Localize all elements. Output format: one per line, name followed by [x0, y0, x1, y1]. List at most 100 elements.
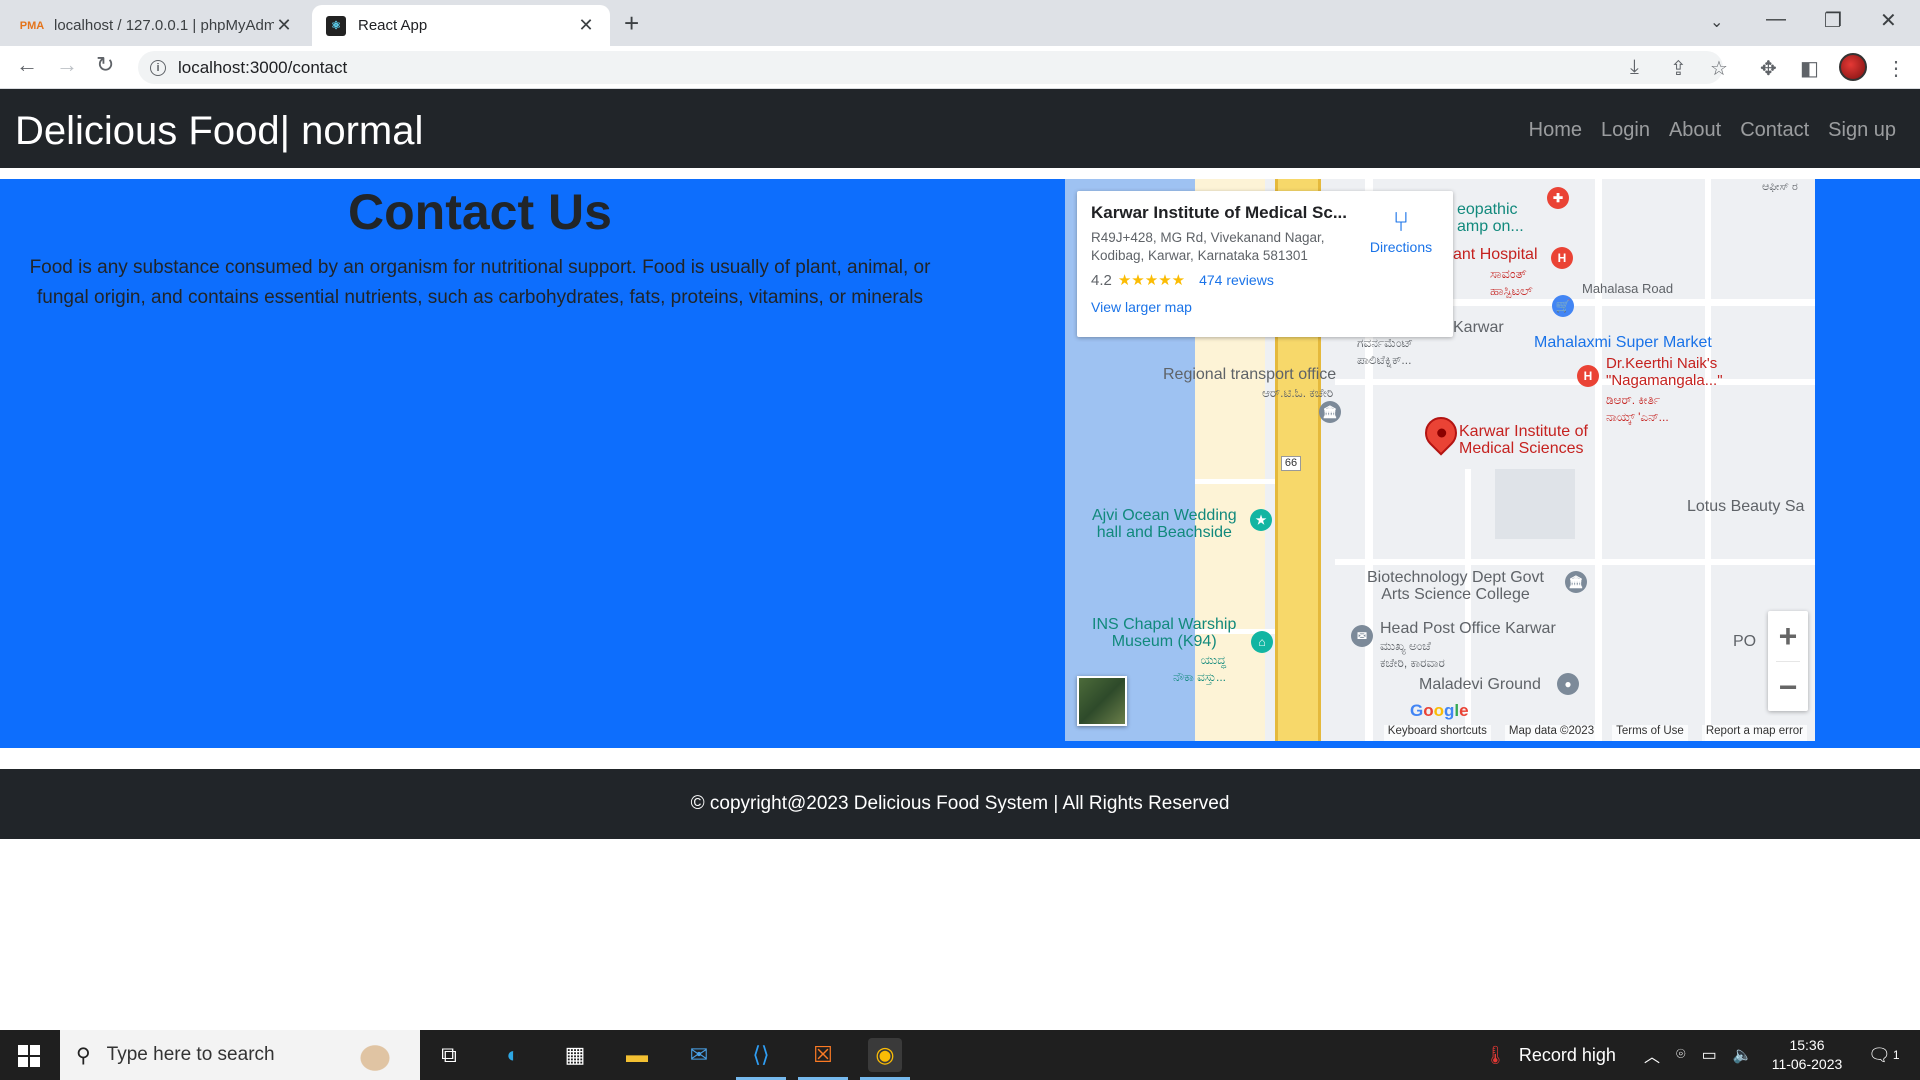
- task-view-icon[interactable]: ⧉: [432, 1038, 466, 1072]
- reload-icon[interactable]: ↻: [96, 52, 114, 78]
- address-bar[interactable]: i localhost:3000/contact: [138, 51, 1723, 84]
- zoom-out-button[interactable]: −: [1768, 662, 1808, 712]
- profile-avatar[interactable]: [1839, 53, 1867, 81]
- file-explorer-icon[interactable]: ▬: [620, 1038, 654, 1072]
- search-highlight-image: [350, 1036, 400, 1076]
- map-road: [1195, 479, 1285, 484]
- screen: PMA localhost / 127.0.0.1 | phpMyAdmin ✕…: [0, 0, 1920, 1080]
- nav-home[interactable]: Home: [1529, 119, 1582, 142]
- college-pin-icon[interactable]: 🏛: [1565, 571, 1587, 593]
- tab-phpmyadmin[interactable]: PMA localhost / 127.0.0.1 | phpMyAdmin ✕: [8, 5, 308, 46]
- forward-icon[interactable]: →: [56, 52, 78, 78]
- route-shield: 66: [1281, 456, 1301, 471]
- keyboard-shortcuts-link[interactable]: Keyboard shortcuts: [1383, 725, 1491, 741]
- footer-copyright: © copyright@2023 Delicious Food System |…: [690, 793, 1230, 814]
- install-icon[interactable]: ⤓: [1630, 56, 1639, 79]
- notification-icon: 🗨: [1868, 1044, 1891, 1065]
- map-label-hospital: ant Hospital: [1453, 246, 1538, 263]
- zoom-in-button[interactable]: +: [1768, 611, 1808, 661]
- map-label-polytechnic-kn: ಗವರ್ನಮೆಂಟ್ ಪಾಲಿಟೆಕ್ನಿಕ್...: [1357, 336, 1414, 367]
- site-info-icon[interactable]: i: [150, 59, 166, 76]
- share-icon[interactable]: ⇪: [1670, 56, 1687, 81]
- report-error-link[interactable]: Report a map error: [1701, 725, 1807, 741]
- museum-pin-icon[interactable]: ⌂: [1251, 631, 1273, 653]
- meet-icon[interactable]: ⌾: [1676, 1046, 1686, 1064]
- notification-count: 1: [1892, 1048, 1900, 1062]
- phpmyadmin-icon: PMA: [19, 19, 45, 32]
- map-label-mahalasa: Mahalasa Road: [1582, 281, 1674, 296]
- nav-about[interactable]: About: [1669, 119, 1721, 142]
- reviews-link[interactable]: 474 reviews: [1199, 272, 1274, 288]
- contact-info: Contact Us Food is any substance consume…: [0, 179, 960, 313]
- map-label-rto: Regional transport office: [1163, 366, 1337, 383]
- venue-pin-icon[interactable]: ★: [1250, 509, 1272, 531]
- tab-search-icon[interactable]: ⌄: [1710, 12, 1723, 32]
- site-footer: © copyright@2023 Delicious Food System |…: [0, 769, 1920, 839]
- url-text: localhost:3000/contact: [178, 57, 348, 77]
- map-label-lotus: Lotus Beauty Sa: [1687, 498, 1805, 515]
- react-icon: ⚛: [326, 15, 346, 36]
- system-tray: ︿ ⌾ ▭ 🔈: [1644, 1030, 1753, 1080]
- side-panel-icon[interactable]: ◧: [1800, 56, 1819, 81]
- close-window-icon[interactable]: ✕: [1880, 8, 1897, 33]
- close-tab-icon[interactable]: ✕: [274, 15, 294, 36]
- thermometer-icon: 🌡: [1484, 1044, 1507, 1065]
- location-pin-icon[interactable]: [1418, 410, 1464, 456]
- nav-contact[interactable]: Contact: [1740, 119, 1809, 142]
- search-icon: ⚲: [76, 1044, 91, 1067]
- xampp-icon[interactable]: ☒: [798, 1038, 848, 1080]
- ground-pin-icon[interactable]: ●: [1557, 673, 1579, 695]
- directions-button[interactable]: ⑂ Directions: [1359, 205, 1443, 255]
- map-label-ins-kn: ಯುದ್ಧ ನೌಕಾ ವಸ್ತು...: [1173, 653, 1227, 684]
- government-pin-icon[interactable]: 🏛: [1319, 401, 1341, 423]
- menu-icon[interactable]: ⋮: [1886, 56, 1906, 81]
- place-info-card: Karwar Institute of Medical Sc... R49J+4…: [1077, 191, 1453, 337]
- extensions-icon[interactable]: ✥: [1760, 56, 1777, 81]
- vscode-icon[interactable]: ⟨⟩: [736, 1038, 786, 1080]
- weather-text: Record high: [1518, 1044, 1616, 1065]
- tab-title: localhost / 127.0.0.1 | phpMyAdmin: [54, 17, 274, 34]
- store-icon[interactable]: ▦: [558, 1038, 592, 1072]
- satellite-toggle[interactable]: [1077, 676, 1127, 726]
- tab-title: React App: [358, 17, 428, 34]
- shopping-pin-icon[interactable]: 🛒: [1552, 295, 1574, 317]
- edge-icon[interactable]: ◐: [496, 1038, 530, 1072]
- rating-stars-icon: ★★★★★: [1117, 272, 1186, 289]
- map-label-biotech: Biotechnology Dept Govt Arts Science Col…: [1367, 569, 1544, 603]
- hospital-pin-icon[interactable]: H: [1551, 247, 1573, 269]
- app-navbar: Delicious Food| normal Home Login About …: [0, 89, 1920, 168]
- google-map[interactable]: 66 eopathic amp on... ✚ ant Hospital ಸಾವ…: [1065, 179, 1815, 741]
- mail-icon[interactable]: ✉: [682, 1038, 716, 1072]
- battery-icon[interactable]: ▭: [1702, 1045, 1717, 1065]
- view-larger-map-link[interactable]: View larger map: [1091, 299, 1439, 315]
- close-tab-icon[interactable]: ✕: [576, 15, 596, 36]
- nav-signup[interactable]: Sign up: [1828, 119, 1896, 142]
- maximize-icon[interactable]: ❐: [1824, 8, 1842, 33]
- directions-icon: ⑂: [1392, 206, 1410, 237]
- taskbar-clock[interactable]: 15:36 11-06-2023: [1752, 1036, 1862, 1074]
- volume-icon[interactable]: 🔈: [1733, 1045, 1753, 1065]
- chrome-icon[interactable]: ◉: [860, 1038, 910, 1080]
- minimize-icon[interactable]: —: [1766, 8, 1786, 31]
- map-label-homeopathic: eopathic amp on...: [1457, 201, 1524, 235]
- windows-taskbar: ⚲ Type here to search ⧉ ◐ ▦ ▬ ✉ ⟨⟩ ☒ ◉ 🌡…: [0, 1030, 1920, 1080]
- new-tab-icon[interactable]: +: [624, 8, 639, 39]
- post-office-pin-icon[interactable]: ✉: [1351, 625, 1373, 647]
- clinic-pin-icon[interactable]: H: [1577, 365, 1599, 387]
- windows-start-icon[interactable]: [18, 1045, 40, 1067]
- bookmark-star-icon[interactable]: ☆: [1710, 56, 1728, 81]
- terms-link[interactable]: Terms of Use: [1612, 725, 1688, 741]
- directions-label: Directions: [1369, 239, 1433, 255]
- map-road: [1335, 379, 1815, 385]
- back-icon[interactable]: ←: [16, 52, 38, 78]
- notification-center[interactable]: 🗨 1: [1868, 1030, 1900, 1080]
- taskbar-search[interactable]: ⚲ Type here to search: [60, 1030, 420, 1080]
- map-label-rto-kn: ಆರ್.ಟಿ.ಓ. ಕಚೇರಿ: [1262, 386, 1334, 400]
- tray-chevron-icon[interactable]: ︿: [1644, 1043, 1660, 1067]
- nav-login[interactable]: Login: [1601, 119, 1650, 142]
- map-block: [1495, 469, 1575, 539]
- tab-react-app[interactable]: ⚛ React App ✕: [312, 5, 610, 46]
- weather-widget[interactable]: 🌡 Record high: [1484, 1030, 1616, 1080]
- brand-title[interactable]: Delicious Food| normal: [15, 109, 423, 154]
- hospital-pin-icon[interactable]: ✚: [1547, 187, 1569, 209]
